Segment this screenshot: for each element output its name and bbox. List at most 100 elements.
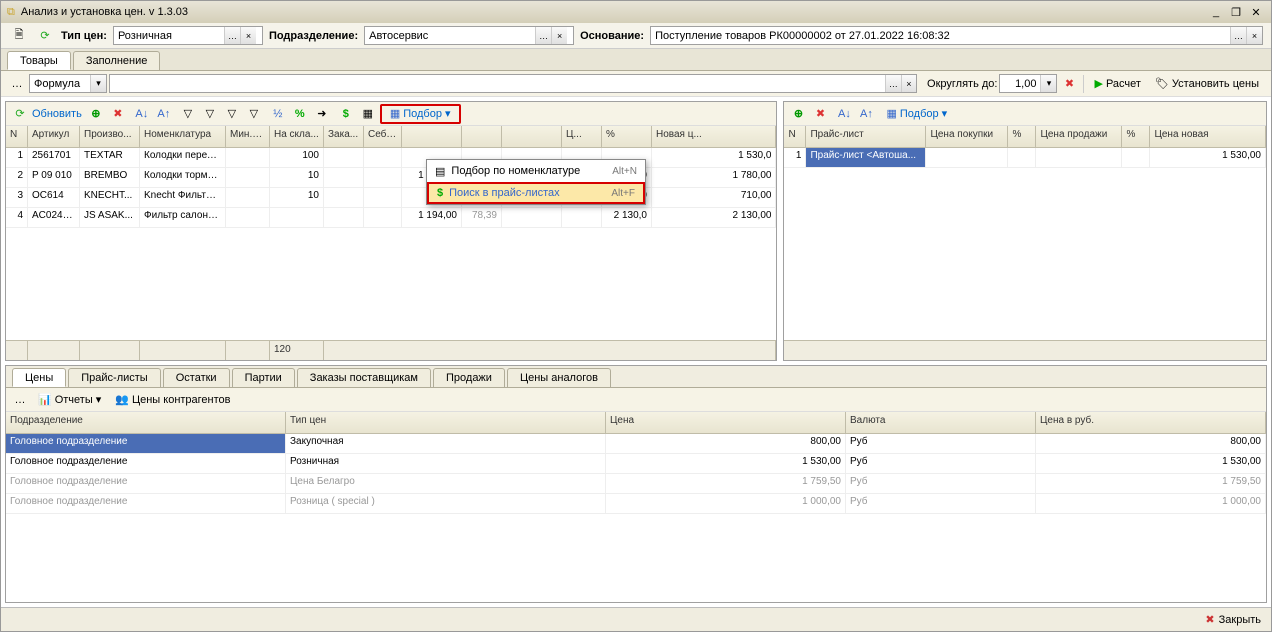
table-row[interactable]: Головное подразделениеЗакупочная800,00Ру… [6,434,1266,454]
export-icon[interactable]: ➜ [312,104,332,124]
delete-icon[interactable]: ✖ [108,104,128,124]
col-producer[interactable]: Произво... [80,126,140,147]
filter3-icon[interactable]: ▽ [222,104,242,124]
table-row[interactable]: 12561701TEXTARКолодки перед...1001 530,0 [6,148,776,168]
table-row[interactable]: 2P 09 010BREMBOКолодки тормо...101 000,0… [6,168,776,188]
formula-dropdown[interactable]: ▾ [90,75,106,92]
delete-icon-right[interactable]: ✖ [810,104,830,124]
refresh-button[interactable]: Обновить [32,108,82,120]
maximize-button[interactable]: ❐ [1227,4,1245,20]
calc-button[interactable]: ▶ Расчет [1088,74,1146,94]
bcol-currency[interactable]: Валюта [846,412,1036,433]
sort-asc-icon-right[interactable]: A↓ [834,104,854,124]
round-input[interactable] [1000,75,1040,92]
price-type-ellipsis[interactable]: … [224,27,240,44]
reports-button[interactable]: 📊 Отчеты ▾ [32,390,107,410]
col-p2[interactable] [462,126,502,147]
formula-clear[interactable]: × [901,75,916,92]
rcol-pct1[interactable]: % [1008,126,1036,147]
fraction-icon[interactable]: ½ [268,104,288,124]
right-grid-body[interactable]: 1Прайс-лист <Автоша...1 530,00 [784,148,1266,340]
sort-desc-icon-right[interactable]: A↑ [856,104,876,124]
refresh-icon[interactable]: ⟳ [10,104,30,124]
col-nomenclature[interactable]: Номенклатура [140,126,226,147]
formula-input[interactable] [30,75,90,92]
add-icon-right[interactable]: ⊕ [788,104,808,124]
filter2-icon[interactable]: ▽ [200,104,220,124]
popup-pricelist-search[interactable]: $Поиск в прайс-листах Alt+F [427,182,645,204]
rcol-sell[interactable]: Цена продажи [1036,126,1122,147]
col-new-price[interactable]: Новая ц... [652,126,776,147]
table-icon[interactable]: ▦ [358,104,378,124]
tab-fill[interactable]: Заполнение [73,51,161,70]
sort-desc-icon[interactable]: A↑ [154,104,174,124]
col-article[interactable]: Артикул [28,126,80,147]
formula-text[interactable] [110,75,885,92]
btab-batches[interactable]: Партии [232,368,295,387]
col-p1[interactable] [402,126,462,147]
round-clear-icon[interactable]: ✖ [1059,74,1079,94]
table-row[interactable]: Головное подразделениеЦена Белагро1 759,… [6,474,1266,494]
btab-orders[interactable]: Заказы поставщикам [297,368,431,387]
formula-combo[interactable]: ▾ [29,74,107,93]
counterparty-prices-button[interactable]: 👥 Цены контрагентов [109,390,236,410]
ellipsis-button[interactable]: … [7,74,27,94]
division-clear[interactable]: × [551,27,567,44]
formula-field[interactable]: … × [109,74,917,93]
basis-combo[interactable]: … × [650,26,1263,45]
filter1-icon[interactable]: ▽ [178,104,198,124]
bcol-price[interactable]: Цена [606,412,846,433]
ellipsis-bottom[interactable]: … [10,390,30,410]
percent-icon[interactable]: % [290,104,310,124]
close-window-button[interactable]: ✕ [1247,4,1265,20]
filter-clear-icon[interactable]: ▽ [244,104,264,124]
col-cost[interactable]: Себе... [364,126,402,147]
tab-goods[interactable]: Товары [7,51,71,70]
minimize-button[interactable]: _ [1207,4,1225,20]
bcol-type[interactable]: Тип цен [286,412,606,433]
col-p3[interactable] [502,126,562,147]
doc-icon[interactable]: 🗎 [9,26,29,46]
podbor-button[interactable]: ▦ Подбор ▾ [380,104,461,124]
popup-nomenclature[interactable]: ▤Подбор по номенклатуре Alt+N [427,160,645,182]
close-button[interactable]: ✖ Закрыть [1205,613,1261,626]
dollar-icon[interactable]: $ [336,104,356,124]
rcol-n[interactable]: N [784,126,806,147]
btab-prices[interactable]: Цены [12,368,66,387]
rcol-pricelist[interactable]: Прайс-лист [806,126,926,147]
col-stock[interactable]: На скла... [270,126,324,147]
round-combo[interactable]: ▾ [999,74,1057,93]
basis-clear[interactable]: × [1246,27,1262,44]
col-n[interactable]: N [6,126,28,147]
bottom-body[interactable]: Головное подразделениеЗакупочная800,00Ру… [6,434,1266,602]
price-type-combo[interactable]: … × [113,26,263,45]
btab-analog-prices[interactable]: Цены аналогов [507,368,611,387]
table-row[interactable]: Головное подразделениеРозничная1 530,00Р… [6,454,1266,474]
bcol-rub[interactable]: Цена в руб. [1036,412,1266,433]
btab-sales[interactable]: Продажи [433,368,505,387]
basis-ellipsis[interactable]: … [1230,27,1246,44]
sort-asc-icon[interactable]: A↓ [132,104,152,124]
round-dropdown[interactable]: ▾ [1040,75,1056,92]
table-row[interactable]: 3OC614KNECHT...Knecht Фильтр ...10365,00… [6,188,776,208]
table-row[interactable]: 1Прайс-лист <Автоша...1 530,00 [784,148,1266,168]
formula-ellipsis[interactable]: … [885,75,900,92]
rcol-new[interactable]: Цена новая [1150,126,1266,147]
rcol-buy[interactable]: Цена покупки [926,126,1008,147]
podbor-right-button[interactable]: ▦ Подбор ▾ [880,104,953,124]
table-row[interactable]: 4AC0242...JS ASAK...Фильтр салона...1 19… [6,208,776,228]
set-prices-button[interactable]: 🏷 Установить цены [1149,74,1265,94]
doc-refresh-icon[interactable]: ⟳ [35,26,55,46]
btab-pricelists[interactable]: Прайс-листы [68,368,160,387]
left-grid-body[interactable]: 12561701TEXTARКолодки перед...1001 530,0… [6,148,776,340]
price-type-clear[interactable]: × [240,27,256,44]
rcol-pct2[interactable]: % [1122,126,1150,147]
col-ordered[interactable]: Зака... [324,126,364,147]
price-type-input[interactable] [114,27,224,44]
division-input[interactable] [365,27,535,44]
bcol-division[interactable]: Подразделение [6,412,286,433]
basis-input[interactable] [651,27,1230,44]
table-row[interactable]: Головное подразделениеРозница ( special … [6,494,1266,514]
btab-stock[interactable]: Остатки [163,368,230,387]
col-pct[interactable]: % [602,126,652,147]
